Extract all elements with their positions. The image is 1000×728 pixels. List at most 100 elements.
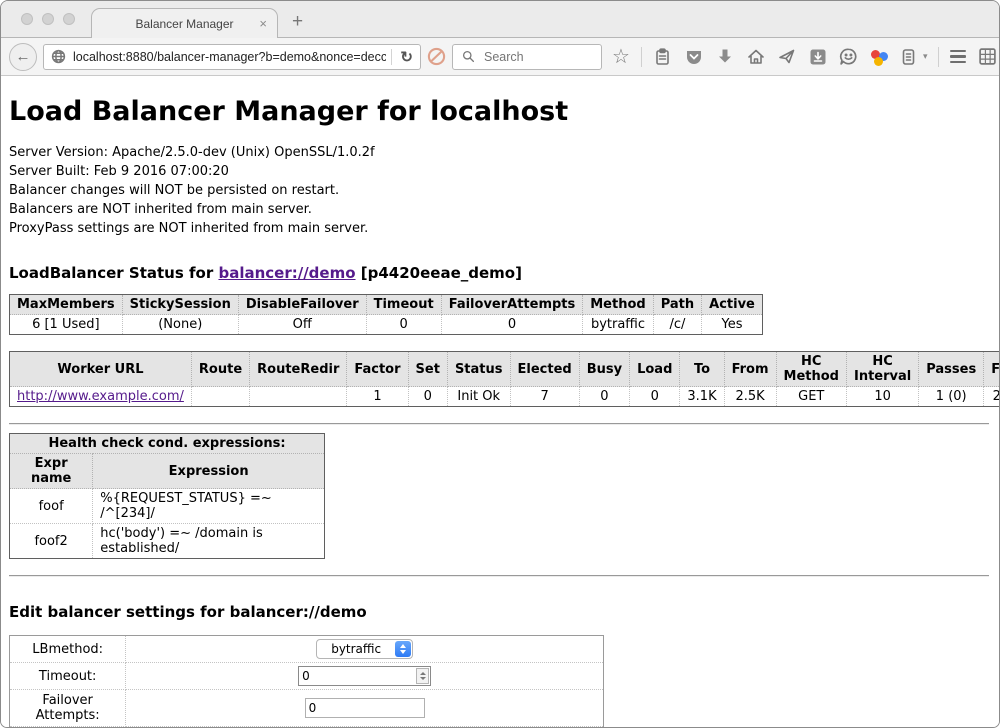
search-bar[interactable]	[452, 44, 602, 70]
val-routeredir	[250, 387, 347, 407]
tab-groups-icon[interactable]	[977, 47, 997, 67]
edit-balancer-form: LBmethod: bytraffic Timeout:	[9, 635, 604, 727]
worker-table: Worker URL Route RouteRedir Factor Set S…	[9, 351, 999, 407]
browser-window: Balancer Manager × + ← localhost:8880/ba…	[0, 0, 1000, 728]
blocked-icon[interactable]	[427, 47, 446, 67]
col-disablefailover: DisableFailover	[238, 295, 366, 315]
proxypass-notice-line: ProxyPass settings are NOT inherited fro…	[9, 219, 989, 238]
download-icon[interactable]	[715, 47, 735, 67]
globe-icon	[48, 47, 68, 67]
pocket-icon[interactable]	[684, 47, 704, 67]
url-input[interactable]: localhost:8880/balancer-manager?b=demo&n…	[73, 50, 386, 64]
col-factor: Factor	[347, 352, 408, 387]
notes-extension-icon[interactable]	[899, 47, 919, 67]
val-factor: 1	[347, 387, 408, 407]
col-routeredir: RouteRedir	[250, 352, 347, 387]
lbmethod-select[interactable]: bytraffic	[316, 639, 413, 659]
timeout-input[interactable]	[298, 666, 431, 686]
val-active: Yes	[702, 315, 763, 335]
col-load: Load	[630, 352, 680, 387]
disable-failover-row: Disable Failover: On Off	[10, 727, 604, 728]
col-busy: Busy	[579, 352, 629, 387]
col-status: Status	[447, 352, 510, 387]
tab-close-icon[interactable]: ×	[259, 17, 267, 30]
close-window-button[interactable]	[21, 13, 33, 25]
val-failoverattempts: 0	[441, 315, 583, 335]
status-heading-suffix: [p4420eeae_demo]	[356, 264, 522, 282]
col-worker-url: Worker URL	[10, 352, 192, 387]
val-set: 0	[408, 387, 447, 407]
toolbar-divider	[641, 47, 642, 67]
save-page-icon[interactable]	[808, 47, 828, 67]
search-input[interactable]	[482, 49, 586, 65]
failover-attempts-label: Failover Attempts:	[10, 690, 126, 727]
lbmethod-label: LBmethod:	[10, 636, 126, 663]
clipboard-icon[interactable]	[653, 47, 673, 67]
failover-attempts-row: Failover Attempts:	[10, 690, 604, 727]
zoom-window-button[interactable]	[63, 13, 75, 25]
val-busy: 0	[579, 387, 629, 407]
timeout-row: Timeout:	[10, 663, 604, 690]
inherit-notice-line: Balancers are NOT inherited from main se…	[9, 200, 989, 219]
val-to: 3.1K	[680, 387, 724, 407]
col-hc-interval: HC Interval	[846, 352, 918, 387]
timeout-label: Timeout:	[10, 663, 126, 690]
disable-failover-label: Disable Failover:	[10, 727, 126, 728]
failover-attempts-input[interactable]	[305, 698, 425, 718]
col-path: Path	[653, 295, 701, 315]
tab-balancer-manager[interactable]: Balancer Manager ×	[91, 8, 278, 38]
search-icon	[458, 47, 478, 67]
val-load: 0	[630, 387, 680, 407]
health-table-title: Health check cond. expressions:	[10, 434, 325, 454]
extension-dropdown-icon[interactable]: ▾	[923, 51, 928, 62]
menu-icon[interactable]	[950, 50, 966, 64]
tab-bar: Balancer Manager × +	[1, 1, 999, 38]
smiley-icon[interactable]	[839, 47, 859, 67]
persist-notice-line: Balancer changes will NOT be persisted o…	[9, 181, 989, 200]
send-icon[interactable]	[777, 47, 797, 67]
bookmark-star-icon[interactable]: ☆	[612, 47, 630, 67]
select-stepper-icon	[395, 641, 411, 657]
col-from: From	[724, 352, 776, 387]
col-elected: Elected	[510, 352, 579, 387]
back-icon: ←	[16, 48, 31, 65]
col-expression: Expression	[93, 454, 325, 489]
col-route: Route	[191, 352, 249, 387]
val-from: 2.5K	[724, 387, 776, 407]
col-active: Active	[702, 295, 763, 315]
health-row-foof2: foof2 hc('body') =~ /domain is establish…	[10, 524, 325, 559]
new-tab-button[interactable]: +	[292, 11, 303, 33]
worker-url-cell: http://www.example.com/	[10, 387, 192, 407]
health-title-row: Health check cond. expressions:	[10, 434, 325, 454]
server-built-line: Server Built: Feb 9 2016 07:00:20	[9, 162, 989, 181]
reload-button[interactable]: ↻	[397, 48, 416, 66]
col-timeout: Timeout	[366, 295, 441, 315]
lbmethod-selected-value: bytraffic	[331, 642, 381, 656]
balancer-status-table: MaxMembers StickySession DisableFailover…	[9, 294, 763, 335]
col-hc-method: HC Method	[776, 352, 846, 387]
colors-extension-icon[interactable]	[870, 48, 888, 66]
worker-header-row: Worker URL Route RouteRedir Factor Set S…	[10, 352, 1000, 387]
page-title: Load Balancer Manager for localhost	[9, 96, 989, 127]
back-button[interactable]: ←	[9, 43, 37, 71]
status-heading-prefix: LoadBalancer Status for	[9, 264, 218, 282]
server-info: Server Version: Apache/2.5.0-dev (Unix) …	[9, 143, 989, 238]
worker-url-link[interactable]: http://www.example.com/	[17, 389, 184, 404]
minimize-window-button[interactable]	[42, 13, 54, 25]
urlbar-divider	[391, 49, 392, 65]
balancer-link[interactable]: balancer://demo	[218, 264, 355, 282]
val-fails: 2 (0)	[984, 387, 999, 407]
col-stickysession: StickySession	[122, 295, 238, 315]
col-expr-name: Expr name	[10, 454, 93, 489]
url-bar[interactable]: localhost:8880/balancer-manager?b=demo&n…	[43, 44, 421, 70]
timeout-spinner[interactable]	[416, 668, 429, 684]
toolbar-divider-2	[938, 47, 939, 67]
val-elected: 7	[510, 387, 579, 407]
val-maxmembers: 6 [1 Used]	[10, 315, 123, 335]
home-icon[interactable]	[746, 47, 766, 67]
val-path: /c/	[653, 315, 701, 335]
col-to: To	[680, 352, 724, 387]
expr-value-foof: %{REQUEST_STATUS} =~ /^[234]/	[93, 489, 325, 524]
window-controls	[21, 13, 75, 25]
val-status: Init Ok	[447, 387, 510, 407]
